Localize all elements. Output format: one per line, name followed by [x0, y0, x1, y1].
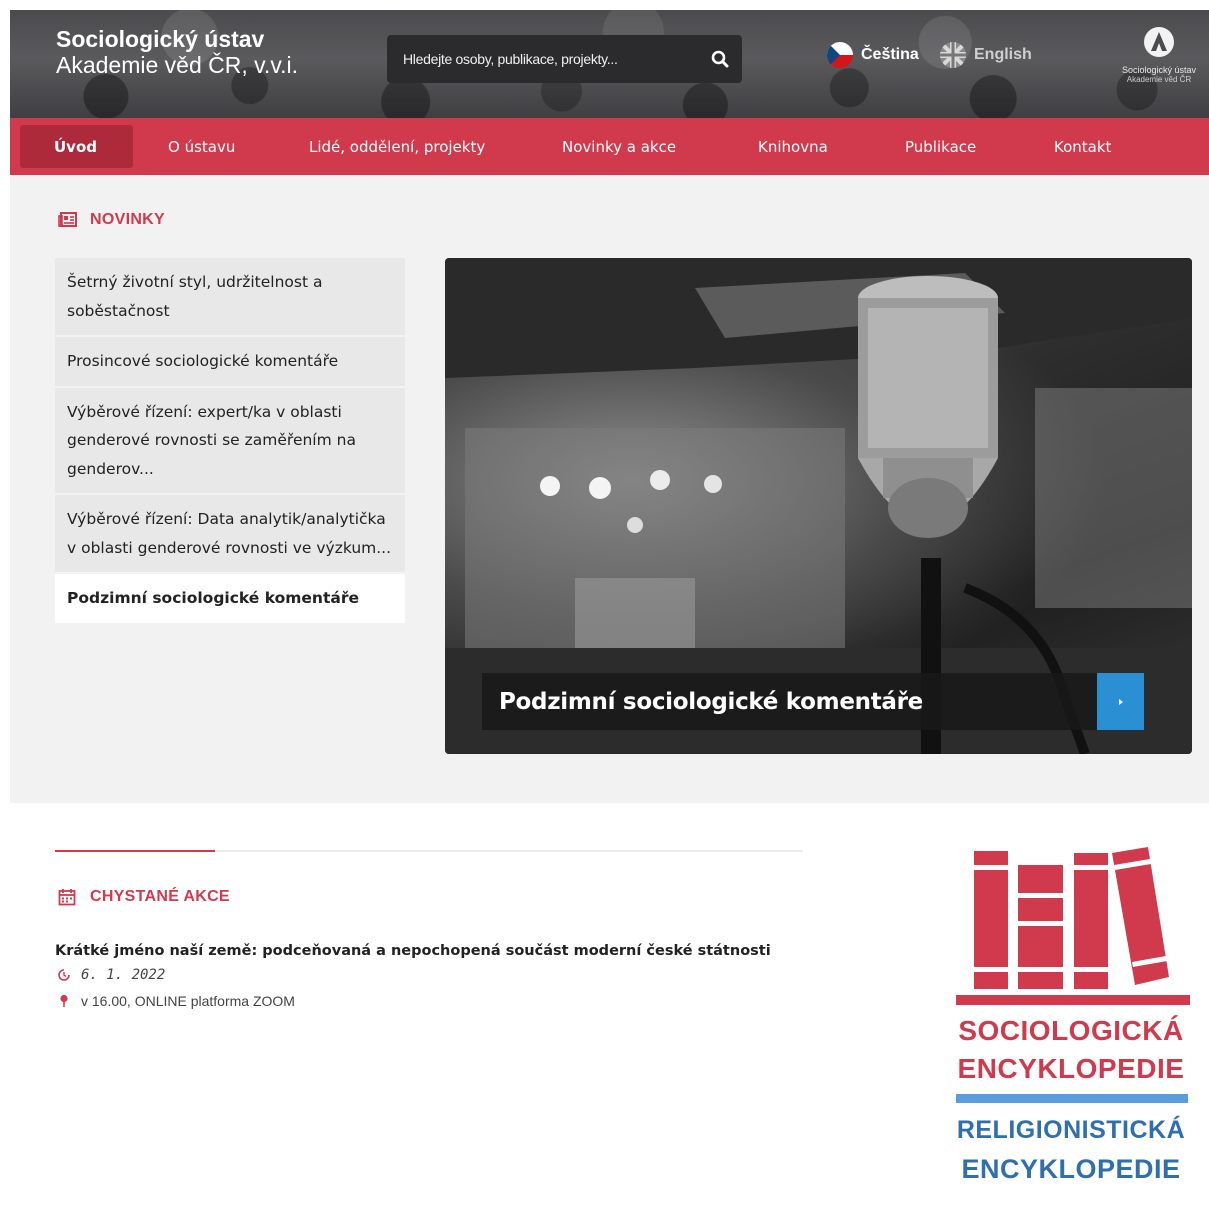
- news-list-item[interactable]: Výběrové řízení: Data analytik/analytičk…: [55, 495, 405, 574]
- nav-item-knihovna[interactable]: Knihovna: [758, 125, 828, 168]
- search-input[interactable]: [387, 35, 698, 83]
- calendar-icon: [58, 889, 76, 906]
- news-list-item-selected[interactable]: Podzimní sociologické komentáře: [55, 574, 405, 625]
- newspaper-icon: [58, 212, 77, 227]
- uk-flag-icon: [940, 42, 966, 68]
- featured-caption-text: Podzimní sociologické komentáře: [499, 688, 923, 715]
- news-list-item[interactable]: Prosincové sociologické komentáře: [55, 337, 405, 388]
- news-heading-label: NOVINKY: [90, 211, 165, 228]
- nav-item-o-ustavu[interactable]: O ústavu: [168, 125, 235, 168]
- encyclopedia-line4: ENCYKLOPEDIE: [961, 1154, 1181, 1184]
- events-divider-accent: [55, 850, 215, 852]
- czech-flag-icon: [827, 42, 853, 68]
- encyclopedia-line3: RELIGIONISTICKÁ: [956, 1116, 1186, 1144]
- clock-icon: [57, 968, 71, 982]
- nav-item-novinky[interactable]: Novinky a akce: [562, 125, 676, 168]
- nav-item-uvod[interactable]: Úvod: [20, 125, 134, 168]
- event-date: 6. 1. 2022: [57, 967, 165, 983]
- search-icon: [711, 50, 729, 68]
- featured-caption: Podzimní sociologické komentáře: [482, 673, 1144, 730]
- site-title-line1: Sociologický ústav: [56, 26, 265, 52]
- slide-next-button[interactable]: [1097, 673, 1144, 730]
- encyclopedia-line2: ENCYKLOPEDIE: [957, 1053, 1185, 1084]
- event-place: v 16.00, ONLINE platforma ZOOM: [57, 993, 295, 1009]
- language-english-label: English: [974, 46, 1032, 63]
- books-icon: [956, 847, 1190, 1005]
- nav-item-kontakt[interactable]: Kontakt: [1054, 125, 1111, 168]
- featured-news-slide[interactable]: Podzimní sociologické komentáře: [445, 258, 1192, 754]
- search-button[interactable]: [698, 35, 742, 83]
- chevron-right-icon: [1118, 698, 1123, 705]
- encyclopedia-logo-link[interactable]: SOCIOLOGICKÁ ENCYKLOPEDIE RELIGIONISTICK…: [952, 843, 1194, 1188]
- institute-emblem-icon: [1144, 27, 1174, 57]
- language-czech-label: Čeština: [861, 46, 919, 63]
- encyclopedia-divider: [956, 1094, 1188, 1103]
- institute-logo-line1: Sociologický ústav: [1121, 65, 1197, 75]
- event-date-text: 6. 1. 2022: [81, 967, 166, 983]
- institute-logo-line2: Akademie věd ČR: [1126, 75, 1192, 84]
- institute-logo[interactable]: Sociologický ústav Akademie věd ČR: [1110, 26, 1208, 84]
- search-bar: [387, 35, 742, 83]
- news-heading: NOVINKY: [58, 211, 165, 229]
- event-place-text: v 16.00, ONLINE platforma ZOOM: [81, 993, 295, 1009]
- language-english[interactable]: English: [940, 42, 1032, 68]
- encyclopedia-line1: SOCIOLOGICKÁ: [958, 1015, 1184, 1046]
- events-heading-label: CHYSTANÉ AKCE: [90, 888, 230, 905]
- site-title-line2: Akademie věd ČR, v.v.i.: [56, 52, 299, 79]
- news-list-item[interactable]: Šetrný životní styl, udržitelnost a sobě…: [55, 258, 405, 337]
- site-header: Sociologický ústav Akademie věd ČR, v.v.…: [10, 10, 1209, 118]
- map-pin-icon: [57, 994, 71, 1008]
- news-list-item[interactable]: Výběrové řízení: expert/ka v oblasti gen…: [55, 387, 405, 495]
- nav-item-publikace[interactable]: Publikace: [905, 125, 976, 168]
- event-title-link[interactable]: Krátké jméno naší země: podceňovaná a ne…: [55, 943, 771, 959]
- events-divider: [55, 850, 803, 852]
- site-logo-link[interactable]: Sociologický ústav Akademie věd ČR, v.v.…: [56, 26, 298, 79]
- nav-item-lide[interactable]: Lidé, oddělení, projekty: [309, 125, 485, 168]
- main-navigation: Úvod O ústavu Lidé, oddělení, projekty N…: [10, 118, 1209, 175]
- events-heading: CHYSTANÉ AKCE: [58, 888, 230, 906]
- news-section: NOVINKY Šetrný životní styl, udržitelnos…: [10, 175, 1209, 803]
- news-list: Šetrný životní styl, udržitelnost a sobě…: [55, 258, 405, 625]
- language-czech[interactable]: Čeština: [827, 42, 919, 68]
